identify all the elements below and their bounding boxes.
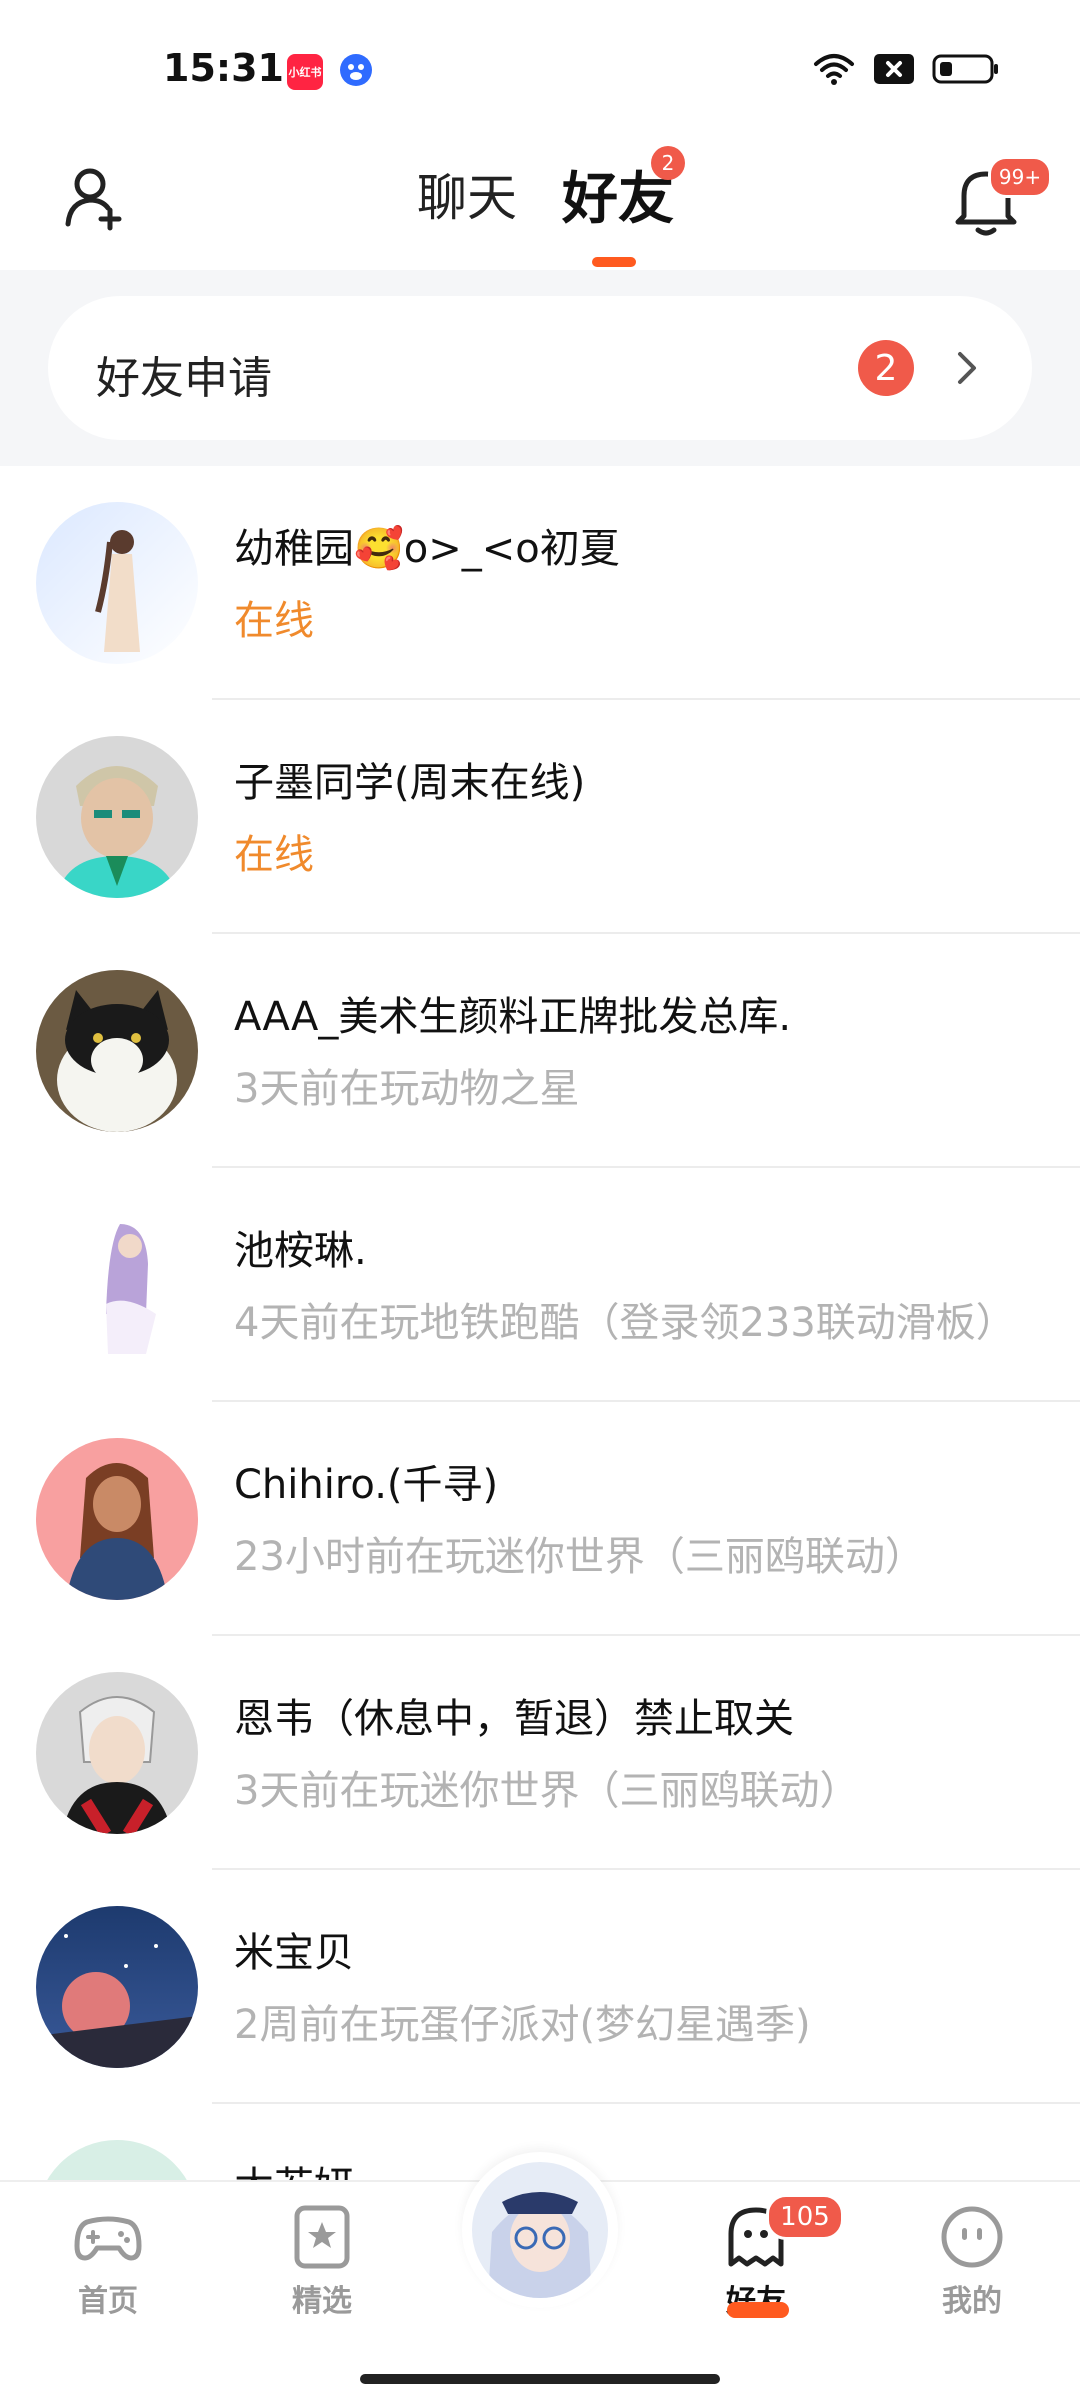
- avatar[interactable]: [36, 970, 198, 1132]
- star-bookmark-icon: [294, 2205, 350, 2269]
- nav-active-indicator: [727, 2302, 789, 2318]
- xiaohongshu-icon: 小红书: [287, 54, 323, 90]
- friend-status: 23小时前在玩迷你世界（三丽鸥联动）: [234, 1534, 925, 1580]
- nav-home-label: 首页: [78, 2284, 138, 2319]
- friend-name: 子墨同学(周末在线): [234, 760, 586, 806]
- status-bar: 15:31 小红书: [0, 0, 1080, 140]
- friend-request-badge: 2: [858, 340, 914, 396]
- friend-status: 在线: [234, 598, 314, 644]
- friend-status: 3天前在玩迷你世界（三丽鸥联动）: [234, 1768, 860, 1814]
- avatar[interactable]: [36, 1438, 198, 1600]
- face-icon: [941, 2206, 1003, 2268]
- baidu-icon: [337, 50, 375, 90]
- friend-status: 3天前在玩动物之星: [234, 1066, 580, 1112]
- friend-name: 池桉琳.: [234, 1228, 367, 1274]
- friend-status: 在线: [234, 832, 314, 878]
- nav-me[interactable]: 我的: [912, 2202, 1032, 2320]
- nav-me-label: 我的: [942, 2284, 1002, 2319]
- list-item[interactable]: Chihiro.(千寻) 23小时前在玩迷你世界（三丽鸥联动）: [0, 1402, 1080, 1636]
- wifi-icon: [814, 54, 854, 85]
- status-icons: [812, 52, 1000, 86]
- friend-request-label: 好友申请: [96, 353, 272, 404]
- friend-status: 2周前在玩蛋仔派对(梦幻星遇季): [234, 2002, 811, 2048]
- nav-friends-badge: 105: [766, 2194, 844, 2240]
- home-indicator[interactable]: [360, 2374, 720, 2384]
- list-item[interactable]: 恩韦（休息中，暂退）禁止取关 3天前在玩迷你世界（三丽鸥联动）: [0, 1636, 1080, 1870]
- friend-name: Chihiro.(千寻): [234, 1462, 499, 1508]
- friend-status: 4天前在玩地铁跑酷（登录领233联动滑板）: [234, 1300, 1016, 1346]
- avatar[interactable]: [36, 736, 198, 898]
- friend-name: 恩韦（休息中，暂退）禁止取关: [234, 1696, 794, 1742]
- list-item[interactable]: 米宝贝 2周前在玩蛋仔派对(梦幻星遇季): [0, 1870, 1080, 2104]
- list-item[interactable]: 子墨同学(周末在线) 在线: [0, 700, 1080, 934]
- friend-name: 幼稚园🥰o>_<o初夏: [234, 526, 620, 572]
- gamepad-icon: [74, 2216, 142, 2261]
- friend-name: 米宝贝: [234, 1930, 354, 1976]
- tab-chat[interactable]: 聊天: [417, 158, 517, 230]
- add-friend-icon[interactable]: [60, 162, 132, 234]
- friend-request-button[interactable]: 好友申请 2: [48, 296, 1032, 440]
- nav-center-avatar-button[interactable]: [462, 2152, 618, 2308]
- nav-featured-label: 精选: [292, 2284, 352, 2319]
- avatar[interactable]: [36, 1672, 198, 1834]
- battery-icon: [932, 54, 998, 84]
- tab-friends-badge: 2: [651, 146, 685, 180]
- list-item[interactable]: 幼稚园🥰o>_<o初夏 在线: [0, 466, 1080, 700]
- status-time: 15:31: [163, 46, 284, 90]
- avatar[interactable]: [36, 1204, 198, 1366]
- nav-featured[interactable]: 精选: [262, 2202, 382, 2320]
- list-item[interactable]: AAA_美术生颜料正牌批发总库. 3天前在玩动物之星: [0, 934, 1080, 1168]
- center-avatar: [472, 2162, 608, 2298]
- nav-home[interactable]: 首页: [48, 2202, 168, 2320]
- friend-list: 幼稚园🥰o>_<o初夏 在线 子墨同学(周末在线) 在线 AAA_美术生颜料正牌…: [0, 466, 1080, 2338]
- top-header: 聊天 好友 2 99+: [0, 140, 1080, 272]
- avatar[interactable]: [36, 1906, 198, 2068]
- friends-page: 15:31 小红书 聊天 好友 2 99+ 好友申请 2 幼稚园🥰o>_<o初夏…: [0, 0, 1080, 2400]
- chevron-right-icon: [958, 352, 976, 384]
- close-box-icon: [874, 54, 914, 84]
- notification-badge: 99+: [988, 156, 1052, 198]
- active-tab-indicator: [592, 257, 636, 267]
- bottom-nav: 首页 精选 105 我的: [0, 2152, 1080, 2400]
- list-item[interactable]: 池桉琳. 4天前在玩地铁跑酷（登录领233联动滑板）: [0, 1168, 1080, 1402]
- friend-name: AAA_美术生颜料正牌批发总库.: [234, 994, 792, 1040]
- friend-request-section: 好友申请 2: [0, 270, 1080, 466]
- avatar[interactable]: [36, 502, 198, 664]
